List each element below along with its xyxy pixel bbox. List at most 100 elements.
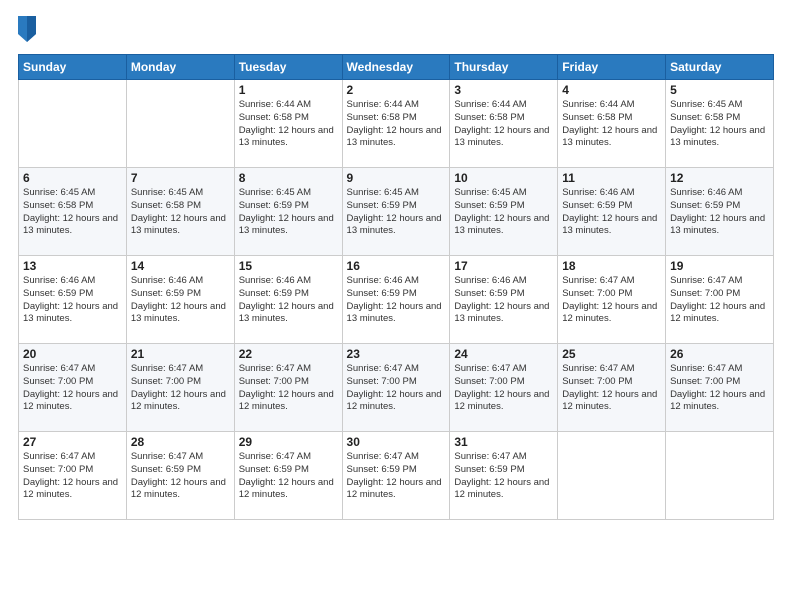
page-header bbox=[18, 18, 774, 44]
day-info: Sunrise: 6:47 AM Sunset: 6:59 PM Dayligh… bbox=[347, 451, 446, 502]
calendar-cell: 23 Sunrise: 6:47 AM Sunset: 7:00 PM Dayli… bbox=[342, 344, 450, 432]
day-info: Sunrise: 6:47 AM Sunset: 7:00 PM Dayligh… bbox=[347, 363, 446, 414]
day-info: Sunrise: 6:47 AM Sunset: 7:00 PM Dayligh… bbox=[562, 275, 661, 326]
calendar-cell: 16 Sunrise: 6:46 AM Sunset: 6:59 PM Dayli… bbox=[342, 256, 450, 344]
calendar-cell: 17Sunrise: 6:46 AM Sunset: 6:59 PM Dayli… bbox=[450, 256, 558, 344]
calendar-cell: 21 Sunrise: 6:47 AM Sunset: 7:00 PM Dayli… bbox=[126, 344, 234, 432]
calendar-cell: 2 Sunrise: 6:44 AM Sunset: 6:58 PM Daylig… bbox=[342, 80, 450, 168]
day-info: Sunrise: 6:47 AM Sunset: 7:00 PM Dayligh… bbox=[239, 363, 338, 414]
calendar-cell: 24 Sunrise: 6:47 AM Sunset: 7:00 PM Dayli… bbox=[450, 344, 558, 432]
calendar-cell: 28Sunrise: 6:47 AM Sunset: 6:59 PM Dayli… bbox=[126, 432, 234, 520]
day-number: 10 bbox=[454, 171, 553, 185]
day-number: 21 bbox=[131, 347, 230, 361]
day-info: Sunrise: 6:47 AM Sunset: 7:00 PM Dayligh… bbox=[670, 363, 769, 414]
day-info: Sunrise: 6:47 AM Sunset: 7:00 PM Dayligh… bbox=[562, 363, 661, 414]
calendar-week-3: 13 Sunrise: 6:46 AM Sunset: 6:59 PM Dayli… bbox=[19, 256, 774, 344]
calendar-cell: 29Sunrise: 6:47 AM Sunset: 6:59 PM Dayli… bbox=[234, 432, 342, 520]
calendar-cell: 27 Sunrise: 6:47 AM Sunset: 7:00 PM Dayli… bbox=[19, 432, 127, 520]
day-info: Sunrise: 6:46 AM Sunset: 6:59 PM Dayligh… bbox=[670, 187, 769, 238]
day-number: 20 bbox=[23, 347, 122, 361]
weekday-header-row: SundayMondayTuesdayWednesdayThursdayFrid… bbox=[19, 55, 774, 80]
logo bbox=[18, 18, 40, 44]
day-number: 31 bbox=[454, 435, 553, 449]
day-number: 16 bbox=[347, 259, 446, 273]
day-number: 3 bbox=[454, 83, 553, 97]
day-info: Sunrise: 6:47 AM Sunset: 7:00 PM Dayligh… bbox=[23, 451, 122, 502]
calendar-cell: 31 Sunrise: 6:47 AM Sunset: 6:59 PM Dayli… bbox=[450, 432, 558, 520]
day-info: Sunrise: 6:44 AM Sunset: 6:58 PM Dayligh… bbox=[454, 99, 553, 150]
day-info: Sunrise: 6:46 AM Sunset: 6:59 PM Dayligh… bbox=[23, 275, 122, 326]
day-number: 6 bbox=[23, 171, 122, 185]
day-number: 27 bbox=[23, 435, 122, 449]
calendar-cell: 14 Sunrise: 6:46 AM Sunset: 6:59 PM Dayli… bbox=[126, 256, 234, 344]
calendar-cell: 5Sunrise: 6:45 AM Sunset: 6:58 PM Daylig… bbox=[666, 80, 774, 168]
calendar-cell bbox=[666, 432, 774, 520]
day-info: Sunrise: 6:44 AM Sunset: 6:58 PM Dayligh… bbox=[347, 99, 446, 150]
day-number: 1 bbox=[239, 83, 338, 97]
weekday-header-monday: Monday bbox=[126, 55, 234, 80]
day-number: 13 bbox=[23, 259, 122, 273]
logo-icon bbox=[18, 16, 36, 42]
day-number: 22 bbox=[239, 347, 338, 361]
weekday-header-friday: Friday bbox=[558, 55, 666, 80]
day-number: 7 bbox=[131, 171, 230, 185]
day-info: Sunrise: 6:46 AM Sunset: 6:59 PM Dayligh… bbox=[562, 187, 661, 238]
calendar-cell: 6 Sunrise: 6:45 AM Sunset: 6:58 PM Daylig… bbox=[19, 168, 127, 256]
day-info: Sunrise: 6:45 AM Sunset: 6:59 PM Dayligh… bbox=[454, 187, 553, 238]
calendar-cell: 18 Sunrise: 6:47 AM Sunset: 7:00 PM Dayli… bbox=[558, 256, 666, 344]
calendar-page: SundayMondayTuesdayWednesdayThursdayFrid… bbox=[0, 0, 792, 612]
day-info: Sunrise: 6:47 AM Sunset: 7:00 PM Dayligh… bbox=[454, 363, 553, 414]
day-number: 25 bbox=[562, 347, 661, 361]
day-number: 8 bbox=[239, 171, 338, 185]
day-info: Sunrise: 6:47 AM Sunset: 6:59 PM Dayligh… bbox=[454, 451, 553, 502]
day-info: Sunrise: 6:47 AM Sunset: 6:59 PM Dayligh… bbox=[239, 451, 338, 502]
weekday-header-sunday: Sunday bbox=[19, 55, 127, 80]
calendar-cell: 4 Sunrise: 6:44 AM Sunset: 6:58 PM Daylig… bbox=[558, 80, 666, 168]
day-number: 14 bbox=[131, 259, 230, 273]
day-info: Sunrise: 6:46 AM Sunset: 6:59 PM Dayligh… bbox=[347, 275, 446, 326]
calendar-cell bbox=[126, 80, 234, 168]
day-info: Sunrise: 6:46 AM Sunset: 6:59 PM Dayligh… bbox=[131, 275, 230, 326]
day-number: 15 bbox=[239, 259, 338, 273]
calendar-cell bbox=[558, 432, 666, 520]
calendar-cell: 8 Sunrise: 6:45 AM Sunset: 6:59 PM Daylig… bbox=[234, 168, 342, 256]
calendar-cell: 10 Sunrise: 6:45 AM Sunset: 6:59 PM Dayli… bbox=[450, 168, 558, 256]
calendar-cell: 3 Sunrise: 6:44 AM Sunset: 6:58 PM Daylig… bbox=[450, 80, 558, 168]
day-info: Sunrise: 6:45 AM Sunset: 6:58 PM Dayligh… bbox=[23, 187, 122, 238]
calendar-cell: 19 Sunrise: 6:47 AM Sunset: 7:00 PM Dayli… bbox=[666, 256, 774, 344]
day-info: Sunrise: 6:45 AM Sunset: 6:59 PM Dayligh… bbox=[347, 187, 446, 238]
day-info: Sunrise: 6:45 AM Sunset: 6:59 PM Dayligh… bbox=[239, 187, 338, 238]
day-number: 2 bbox=[347, 83, 446, 97]
day-info: Sunrise: 6:47 AM Sunset: 6:59 PM Dayligh… bbox=[131, 451, 230, 502]
calendar-cell: 13 Sunrise: 6:46 AM Sunset: 6:59 PM Dayli… bbox=[19, 256, 127, 344]
day-number: 26 bbox=[670, 347, 769, 361]
day-number: 19 bbox=[670, 259, 769, 273]
weekday-header-tuesday: Tuesday bbox=[234, 55, 342, 80]
calendar-cell: 30 Sunrise: 6:47 AM Sunset: 6:59 PM Dayli… bbox=[342, 432, 450, 520]
day-info: Sunrise: 6:46 AM Sunset: 6:59 PM Dayligh… bbox=[454, 275, 553, 326]
calendar-week-1: 1 Sunrise: 6:44 AM Sunset: 6:58 PM Daylig… bbox=[19, 80, 774, 168]
day-number: 11 bbox=[562, 171, 661, 185]
weekday-header-saturday: Saturday bbox=[666, 55, 774, 80]
day-info: Sunrise: 6:47 AM Sunset: 7:00 PM Dayligh… bbox=[131, 363, 230, 414]
day-number: 23 bbox=[347, 347, 446, 361]
calendar-cell: 9 Sunrise: 6:45 AM Sunset: 6:59 PM Daylig… bbox=[342, 168, 450, 256]
day-info: Sunrise: 6:46 AM Sunset: 6:59 PM Dayligh… bbox=[239, 275, 338, 326]
day-number: 30 bbox=[347, 435, 446, 449]
calendar-week-4: 20 Sunrise: 6:47 AM Sunset: 7:00 PM Dayli… bbox=[19, 344, 774, 432]
day-number: 4 bbox=[562, 83, 661, 97]
day-info: Sunrise: 6:44 AM Sunset: 6:58 PM Dayligh… bbox=[562, 99, 661, 150]
day-number: 9 bbox=[347, 171, 446, 185]
calendar-week-5: 27 Sunrise: 6:47 AM Sunset: 7:00 PM Dayli… bbox=[19, 432, 774, 520]
day-number: 12 bbox=[670, 171, 769, 185]
calendar-cell: 26 Sunrise: 6:47 AM Sunset: 7:00 PM Dayli… bbox=[666, 344, 774, 432]
day-info: Sunrise: 6:47 AM Sunset: 7:00 PM Dayligh… bbox=[670, 275, 769, 326]
day-number: 18 bbox=[562, 259, 661, 273]
calendar-cell: 22 Sunrise: 6:47 AM Sunset: 7:00 PM Dayli… bbox=[234, 344, 342, 432]
day-info: Sunrise: 6:45 AM Sunset: 6:58 PM Dayligh… bbox=[131, 187, 230, 238]
day-number: 24 bbox=[454, 347, 553, 361]
calendar-cell: 20Sunrise: 6:47 AM Sunset: 7:00 PM Dayli… bbox=[19, 344, 127, 432]
day-info: Sunrise: 6:45 AM Sunset: 6:58 PM Dayligh… bbox=[670, 99, 769, 150]
weekday-header-thursday: Thursday bbox=[450, 55, 558, 80]
calendar-cell: 11 Sunrise: 6:46 AM Sunset: 6:59 PM Dayli… bbox=[558, 168, 666, 256]
